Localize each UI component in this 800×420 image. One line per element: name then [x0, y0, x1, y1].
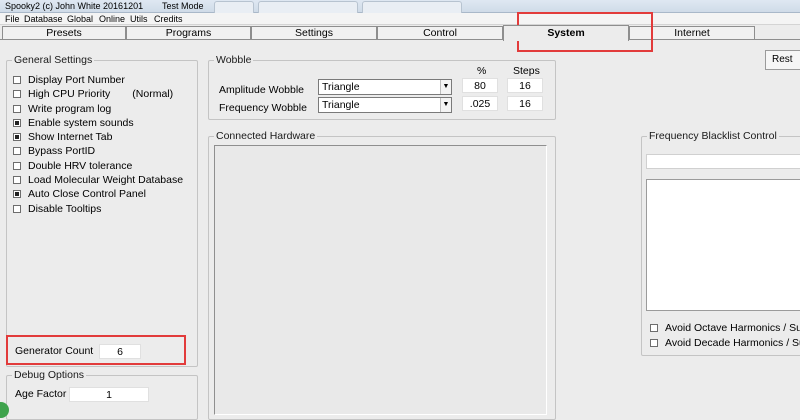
blacklist-input[interactable]: [646, 154, 800, 169]
title-bar: Spooky2 (c) John White 20161201 Test Mod…: [0, 0, 800, 13]
tab-system[interactable]: System: [503, 25, 629, 41]
browser-tab: [362, 1, 462, 13]
amplitude-percent-input[interactable]: 80: [462, 78, 498, 93]
checkbox[interactable]: [13, 132, 21, 141]
option-bypass-portid[interactable]: Bypass PortID: [13, 144, 95, 157]
chevron-down-icon[interactable]: ▼: [440, 80, 451, 94]
tab-presets[interactable]: Presets: [2, 26, 126, 40]
option-enable-system-sounds[interactable]: Enable system sounds: [13, 116, 134, 129]
frequency-percent-input[interactable]: .025: [462, 96, 498, 111]
debug-options-title: Debug Options: [12, 369, 87, 381]
option-load-molecular-weight[interactable]: Load Molecular Weight Database: [13, 173, 183, 186]
tab-programs[interactable]: Programs: [126, 26, 251, 40]
wobble-title: Wobble: [214, 54, 254, 66]
general-settings-group: General Settings Display Port Number Hig…: [6, 54, 198, 367]
tab-control[interactable]: Control: [377, 26, 503, 40]
option-disable-tooltips[interactable]: Disable Tooltips: [13, 202, 101, 215]
option-double-hrv-tolerance[interactable]: Double HRV tolerance: [13, 159, 132, 172]
hardware-list[interactable]: [214, 145, 547, 415]
option-avoid-octave-harmonics[interactable]: Avoid Octave Harmonics / Sub: [650, 321, 800, 334]
wobble-percent-header: %: [477, 65, 487, 77]
blacklist-group: Frequency Blacklist Control Avoid Octave…: [641, 130, 800, 356]
checkbox[interactable]: [650, 338, 658, 347]
option-display-port-number[interactable]: Display Port Number: [13, 73, 125, 86]
wobble-steps-header: Steps: [513, 65, 540, 77]
checkbox[interactable]: [13, 204, 21, 213]
menu-file[interactable]: File: [5, 13, 20, 25]
connected-hardware-title: Connected Hardware: [214, 130, 318, 142]
option-avoid-decade-harmonics[interactable]: Avoid Decade Harmonics / Sub: [650, 336, 800, 349]
wobble-group: Wobble % Steps Amplitude Wobble Triangle…: [208, 54, 556, 120]
menu-database[interactable]: Database: [24, 13, 63, 25]
amplitude-wobble-label: Amplitude Wobble: [219, 84, 305, 96]
frequency-wobble-label: Frequency Wobble: [219, 102, 307, 114]
connected-hardware-group: Connected Hardware: [208, 130, 556, 420]
menu-online[interactable]: Online: [99, 13, 125, 25]
age-factor-label: Age Factor: [15, 388, 67, 400]
frequency-steps-input[interactable]: 16: [507, 96, 543, 111]
browser-tab: [214, 1, 254, 13]
tab-strip: Presets Programs Settings Control System…: [0, 25, 800, 41]
test-mode-label: Test Mode: [162, 1, 204, 11]
checkbox[interactable]: [13, 189, 21, 198]
cpu-priority-level: (Normal): [132, 87, 174, 100]
window-title: Spooky2 (c) John White 20161201: [5, 1, 144, 11]
reset-button[interactable]: Rest: [765, 50, 800, 70]
checkbox[interactable]: [650, 323, 658, 332]
checkbox[interactable]: [13, 89, 21, 98]
menu-credits[interactable]: Credits: [154, 13, 183, 25]
menu-global[interactable]: Global: [67, 13, 93, 25]
checkbox[interactable]: [13, 75, 21, 84]
tab-settings[interactable]: Settings: [251, 26, 377, 40]
blacklist-title: Frequency Blacklist Control: [647, 130, 779, 142]
general-settings-title: General Settings: [12, 54, 95, 66]
blacklist-list[interactable]: [646, 179, 800, 311]
option-high-cpu-priority[interactable]: High CPU Priority (Normal): [13, 87, 173, 100]
checkbox[interactable]: [13, 175, 21, 184]
chevron-down-icon[interactable]: ▼: [440, 98, 451, 112]
menu-bar: File Database Global Online Utils Credit…: [0, 13, 800, 25]
tab-divider: [0, 39, 800, 40]
frequency-wobble-select[interactable]: Triangle ▼: [318, 97, 452, 113]
generator-count-highlight: [6, 335, 186, 365]
option-show-internet-tab[interactable]: Show Internet Tab: [13, 130, 112, 143]
checkbox[interactable]: [13, 146, 21, 155]
menu-utils[interactable]: Utils: [130, 13, 148, 25]
amplitude-steps-input[interactable]: 16: [507, 78, 543, 93]
amplitude-wobble-select[interactable]: Triangle ▼: [318, 79, 452, 95]
browser-tab: [258, 1, 358, 13]
option-write-program-log[interactable]: Write program log: [13, 102, 111, 115]
debug-options-group: Debug Options Age Factor 1: [6, 369, 198, 420]
checkbox[interactable]: [13, 161, 21, 170]
checkbox[interactable]: [13, 118, 21, 127]
option-auto-close-control-panel[interactable]: Auto Close Control Panel: [13, 187, 146, 200]
age-factor-input[interactable]: 1: [69, 387, 149, 402]
checkbox[interactable]: [13, 104, 21, 113]
